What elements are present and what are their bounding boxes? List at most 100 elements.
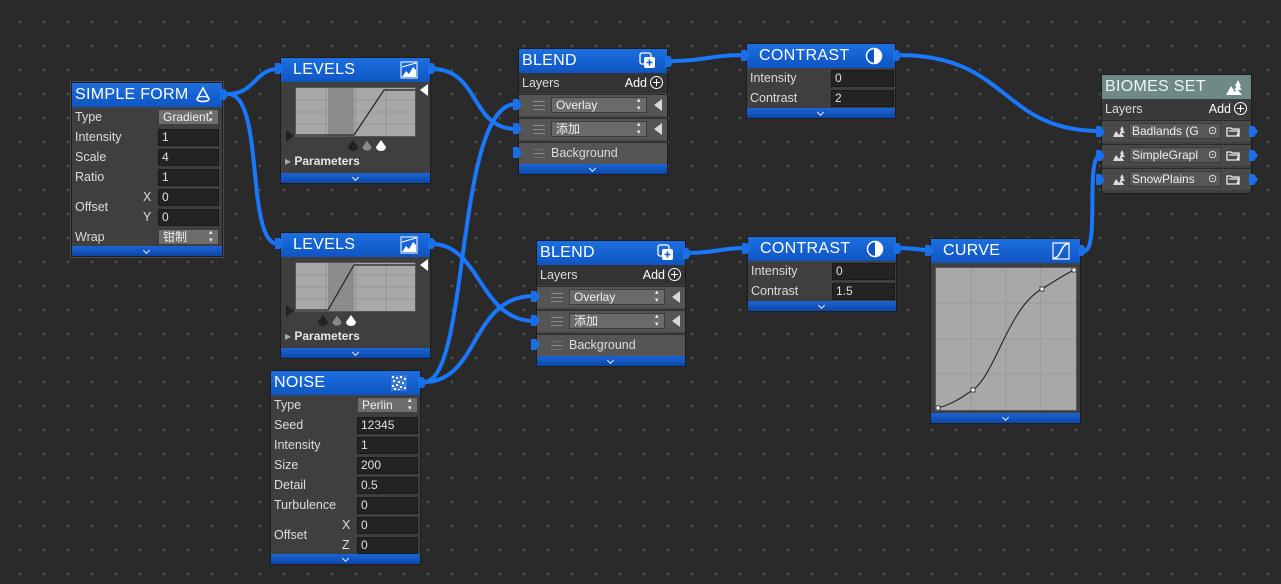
- pick-target-icon[interactable]: ⊙: [1208, 172, 1217, 185]
- drag-handle-icon[interactable]: [551, 293, 563, 302]
- intensity-field[interactable]: 0: [832, 263, 895, 280]
- levels-bottom-node[interactable]: LEVELS Parameters: [280, 232, 431, 359]
- levels-histogram[interactable]: [295, 87, 416, 137]
- layer-expand-arrow-icon[interactable]: [672, 315, 680, 327]
- curve-node[interactable]: CURVE: [930, 238, 1081, 424]
- simple-form-output-port[interactable]: [220, 89, 229, 100]
- levels-header[interactable]: LEVELS: [281, 58, 430, 82]
- levels-bottom-output-port[interactable]: [428, 238, 437, 249]
- collapse-toggle[interactable]: [747, 108, 895, 118]
- biome-2-output-port[interactable]: [1249, 150, 1258, 161]
- collapse-toggle[interactable]: [519, 164, 667, 174]
- blend-mode-select[interactable]: Overlay: [569, 289, 665, 305]
- noise-header[interactable]: NOISE: [271, 371, 420, 395]
- contrast-bottom-node[interactable]: CONTRAST Intensity 0 Contrast 1.5: [747, 236, 897, 312]
- noise-type-select[interactable]: Perlin: [357, 397, 418, 413]
- offset-y-field[interactable]: 0: [158, 209, 219, 226]
- blend-top-output-port[interactable]: [665, 56, 674, 67]
- detail-field[interactable]: 0.5: [357, 477, 418, 494]
- collapse-toggle[interactable]: [281, 173, 430, 183]
- blend-top-node[interactable]: BLEND Layers Add Overlay 添加 Background: [518, 48, 668, 175]
- layer-expand-arrow-icon[interactable]: [654, 99, 662, 111]
- background-layer-row[interactable]: Background: [519, 142, 667, 164]
- contrast-header[interactable]: CONTRAST: [748, 237, 896, 261]
- intensity-field[interactable]: 1: [158, 129, 219, 146]
- add-layer-button[interactable]: Add: [643, 268, 681, 282]
- turbulence-field[interactable]: 0: [357, 497, 418, 514]
- contrast-field[interactable]: 2: [831, 90, 894, 107]
- collapse-toggle[interactable]: [281, 348, 430, 358]
- collapse-toggle[interactable]: [748, 301, 896, 311]
- output-white-handle[interactable]: [420, 84, 428, 96]
- wrap-select[interactable]: 钳制: [158, 229, 219, 245]
- simple-form-header[interactable]: SIMPLE FORM: [72, 83, 222, 107]
- layer-expand-arrow-icon[interactable]: [654, 123, 662, 135]
- biomes-set-node[interactable]: BIOMES SET Layers Add Badlands (G ⊙ Simp…: [1101, 74, 1252, 194]
- collapse-toggle[interactable]: [271, 554, 420, 564]
- biome-3-output-port[interactable]: [1249, 174, 1258, 185]
- drag-handle-icon[interactable]: [533, 125, 545, 134]
- input-level-handles[interactable]: [347, 139, 391, 151]
- add-layer-button[interactable]: Add: [625, 76, 663, 90]
- contrast-top-output-port[interactable]: [893, 50, 902, 61]
- type-select[interactable]: Gradient: [158, 109, 219, 125]
- biomes-set-header[interactable]: BIOMES SET: [1102, 75, 1251, 99]
- levels-top-output-port[interactable]: [428, 63, 437, 74]
- levels-top-node[interactable]: LEVELS Parameters: [280, 57, 431, 184]
- collapse-toggle[interactable]: [537, 356, 685, 366]
- ratio-field[interactable]: 1: [158, 169, 219, 186]
- output-black-handle[interactable]: [286, 305, 294, 317]
- contrast-field[interactable]: 1.5: [832, 283, 895, 300]
- contrast-header[interactable]: CONTRAST: [747, 44, 895, 68]
- blend-layer-row[interactable]: Overlay: [537, 286, 685, 308]
- layer-expand-arrow-icon[interactable]: [672, 291, 680, 303]
- blend-bottom-output-port[interactable]: [683, 248, 692, 259]
- blend-header[interactable]: BLEND: [537, 241, 685, 265]
- parameters-toggle[interactable]: Parameters: [285, 329, 359, 343]
- curve-output-port[interactable]: [1078, 245, 1087, 256]
- pick-target-icon[interactable]: ⊙: [1208, 148, 1217, 161]
- open-folder-icon[interactable]: [1226, 149, 1240, 161]
- collapse-toggle[interactable]: [72, 246, 222, 256]
- parameters-toggle[interactable]: Parameters: [285, 154, 359, 168]
- background-layer-row[interactable]: Background: [537, 334, 685, 356]
- open-folder-icon[interactable]: [1226, 173, 1240, 185]
- output-black-handle[interactable]: [286, 130, 294, 142]
- intensity-field[interactable]: 0: [831, 70, 894, 87]
- seed-field[interactable]: 12345: [357, 417, 418, 434]
- blend-header[interactable]: BLEND: [519, 49, 667, 73]
- levels-histogram[interactable]: [295, 262, 416, 312]
- blend-mode-select[interactable]: 添加: [551, 121, 647, 137]
- open-folder-icon[interactable]: [1226, 125, 1240, 137]
- blend-bottom-node[interactable]: BLEND Layers Add Overlay 添加 Background: [536, 240, 686, 367]
- pick-target-icon[interactable]: ⊙: [1208, 124, 1217, 137]
- intensity-field[interactable]: 1: [357, 437, 418, 454]
- curve-editor[interactable]: [935, 267, 1077, 411]
- noise-node[interactable]: NOISE Type Perlin Seed 12345 Intensity 1…: [270, 370, 421, 565]
- input-level-handles[interactable]: [317, 314, 361, 326]
- noise-output-port[interactable]: [418, 377, 427, 388]
- biome-row[interactable]: SnowPlains ⊙: [1102, 168, 1251, 190]
- simple-form-node[interactable]: SIMPLE FORM Type Gradient Intensity 1 Sc…: [71, 82, 223, 257]
- scale-field[interactable]: 4: [158, 149, 219, 166]
- contrast-top-node[interactable]: CONTRAST Intensity 0 Contrast 2: [746, 43, 896, 119]
- blend-layer-row[interactable]: 添加: [519, 118, 667, 140]
- blend-layer-row[interactable]: 添加: [537, 310, 685, 332]
- drag-handle-icon[interactable]: [551, 317, 563, 326]
- size-field[interactable]: 200: [357, 457, 418, 474]
- output-white-handle[interactable]: [420, 259, 428, 271]
- collapse-toggle[interactable]: [931, 413, 1080, 423]
- offset-x-field[interactable]: 0: [357, 517, 418, 534]
- offset-x-field[interactable]: 0: [158, 189, 219, 206]
- biome-1-output-port[interactable]: [1249, 126, 1258, 137]
- levels-header[interactable]: LEVELS: [281, 233, 430, 257]
- biome-row[interactable]: SimpleGrapl ⊙: [1102, 144, 1251, 166]
- blend-layer-row[interactable]: Overlay: [519, 94, 667, 116]
- contrast-bottom-output-port[interactable]: [894, 243, 903, 254]
- blend-mode-select[interactable]: Overlay: [551, 97, 647, 113]
- offset-z-field[interactable]: 0: [357, 537, 418, 554]
- curve-header[interactable]: CURVE: [931, 239, 1080, 263]
- add-biome-button[interactable]: Add: [1209, 102, 1247, 116]
- drag-handle-icon[interactable]: [533, 101, 545, 110]
- blend-mode-select[interactable]: 添加: [569, 313, 665, 329]
